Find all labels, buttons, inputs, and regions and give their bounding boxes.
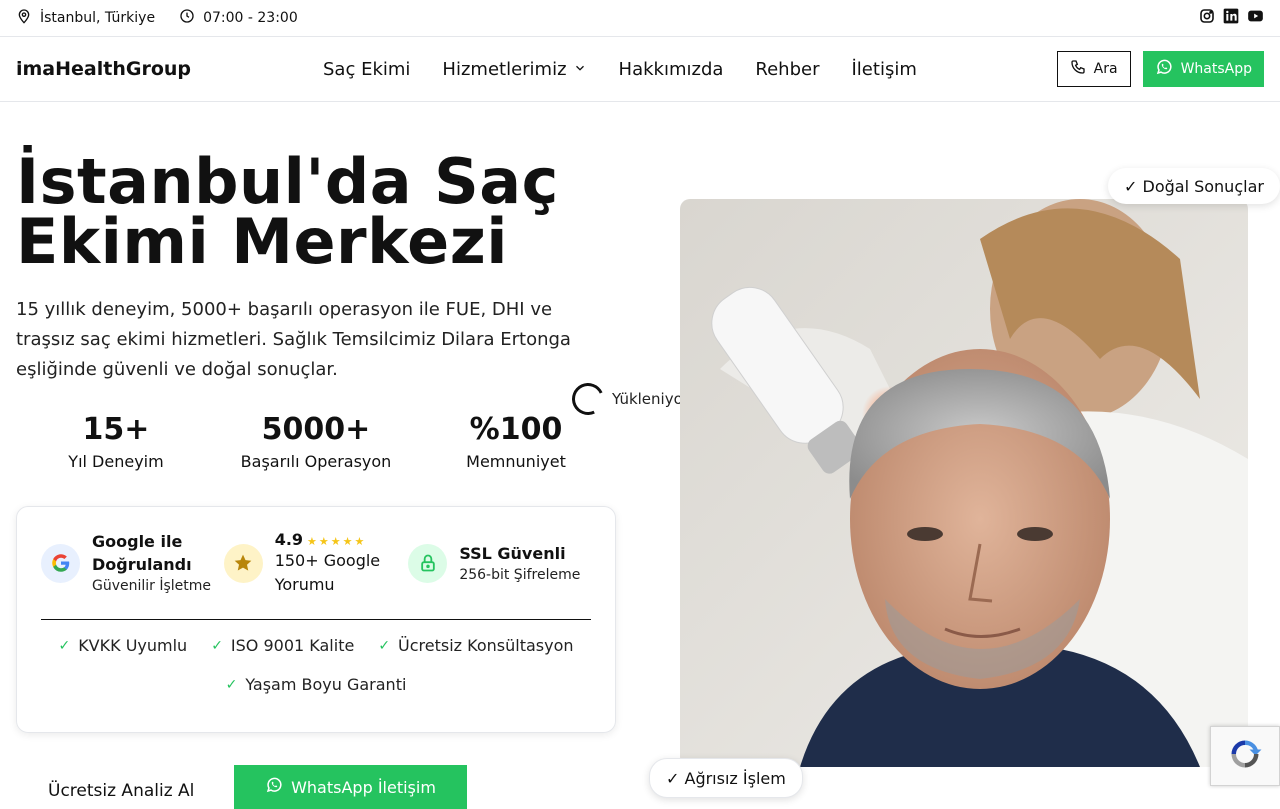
nav-label: Saç Ekimi <box>323 58 411 80</box>
top-bar: İstanbul, Türkiye 07:00 - 23:00 <box>0 0 1280 37</box>
spinner-icon <box>567 378 609 420</box>
nav-item-about[interactable]: Hakkımızda <box>619 59 724 80</box>
google-verified-title: Google ile Doğrulandı <box>92 532 192 574</box>
map-pin-icon <box>16 8 32 28</box>
nav-label: Rehber <box>755 58 820 80</box>
recaptcha-icon <box>1227 736 1263 776</box>
cta-row: Ücretsiz Analiz Al WhatsApp İletişim <box>48 765 467 809</box>
stats-row: 15+ Yıl Deneyim 5000+ Başarılı Operasyon… <box>16 412 616 471</box>
check-label: KVKK Uyumlu <box>78 636 188 655</box>
stat-value: %100 <box>469 412 563 447</box>
check-kvkk: ✓ KVKK Uyumlu <box>58 636 187 655</box>
nav-item-contact[interactable]: İletişim <box>852 59 917 80</box>
nav-item-hair-transplant[interactable]: Saç Ekimi <box>323 59 410 80</box>
google-verified-subtitle: Güvenilir İşletme <box>92 578 212 594</box>
check-guarantee: ✓ Yaşam Boyu Garanti <box>226 675 407 694</box>
nav-label: İletişim <box>851 58 917 80</box>
social-links <box>1199 8 1264 28</box>
natural-results-badge: ✓ Doğal Sonuçlar <box>1108 168 1280 204</box>
trust-badges: Google ile Doğrulandı Güvenilir İşletme … <box>41 507 591 620</box>
instagram-icon[interactable] <box>1199 8 1215 28</box>
clock-icon <box>179 8 195 28</box>
nav-item-guide[interactable]: Rehber <box>755 59 819 80</box>
ssl-secure: SSL Güvenli 256-bit Şifreleme <box>408 542 591 585</box>
check-icon: ✓ <box>58 637 71 654</box>
lock-icon <box>408 543 448 583</box>
hero-description: 15 yıllık deneyim, 5000+ başarılı operas… <box>16 299 571 380</box>
trust-card: Google ile Doğrulandı Güvenilir İşletme … <box>16 506 616 733</box>
trust-checks: ✓ KVKK Uyumlu ✓ ISO 9001 Kalite ✓ Ücretsiz … <box>41 620 591 694</box>
stat-value: 5000+ <box>261 412 371 447</box>
brand-logo[interactable]: imaHealthGroup <box>16 58 316 80</box>
nav-label: Hakkımızda <box>618 58 724 80</box>
stat-operations: 5000+ Başarılı Operasyon <box>216 412 416 471</box>
whatsapp-contact-label: WhatsApp İletişim <box>291 777 436 797</box>
header-actions: Ara WhatsApp <box>1056 51 1264 87</box>
star-icon <box>223 543 263 583</box>
check-label: Yaşam Boyu Garanti <box>245 675 407 694</box>
location-text: İstanbul, Türkiye <box>40 10 156 26</box>
nav-label: Hizmetlerimiz <box>442 58 567 80</box>
google-icon <box>41 543 80 583</box>
ssl-title: SSL Güvenli <box>459 543 566 563</box>
stat-satisfaction: %100 Memnuniyet <box>416 412 616 471</box>
check-label: ISO 9001 Kalite <box>230 636 355 655</box>
ssl-subtitle: 256-bit Şifreleme <box>459 566 581 583</box>
hero-title: İstanbul'da Saç Ekimi Merkezi <box>16 145 559 278</box>
call-label: Ara <box>1093 61 1118 77</box>
rating-stars: ★★★★★ <box>307 534 367 548</box>
main-nav: Saç Ekimi Hizmetlerimiz Hakkımızda Rehbe… <box>323 59 917 80</box>
google-verified: Google ile Doğrulandı Güvenilir İşletme <box>41 530 224 596</box>
stat-label: Başarılı Operasyon <box>240 452 392 471</box>
call-button[interactable]: Ara <box>1056 51 1131 87</box>
stat-label: Yıl Deneyim <box>68 452 164 471</box>
stat-value: 15+ <box>82 412 150 447</box>
check-iso: ✓ ISO 9001 Kalite <box>211 636 354 655</box>
chevron-down-icon <box>573 59 587 80</box>
whatsapp-contact-button[interactable]: WhatsApp İletişim <box>234 765 467 809</box>
hours-text: 07:00 - 23:00 <box>203 10 298 26</box>
rating-label: 150+ Google Yorumu <box>274 550 381 594</box>
free-analysis-link[interactable]: Ücretsiz Analiz Al <box>48 781 234 801</box>
whatsapp-header-button[interactable]: WhatsApp <box>1142 51 1264 87</box>
check-consultation: ✓ Ücretsiz Konsültasyon <box>378 636 573 655</box>
painless-badge: ✓ Ağrısız İşlem <box>649 758 803 798</box>
location-item: İstanbul, Türkiye <box>16 8 155 28</box>
check-label: Ücretsiz Konsültasyon <box>398 636 574 655</box>
stat-label: Memnuniyet <box>466 452 566 471</box>
whatsapp-icon <box>1155 58 1173 80</box>
rating-value: 4.9 <box>274 529 304 549</box>
recaptcha-badge[interactable] <box>1210 726 1280 786</box>
google-verified-text: Google ile Doğrulandı Güvenilir İşletme <box>92 530 224 596</box>
whatsapp-icon <box>265 776 283 798</box>
rating-text: 4.9 ★★★★★ 150+ Google Yorumu <box>275 530 409 597</box>
google-rating: 4.9 ★★★★★ 150+ Google Yorumu <box>223 530 409 597</box>
ssl-text: SSL Güvenli 256-bit Şifreleme <box>459 542 580 585</box>
check-icon: ✓ <box>378 637 391 654</box>
stat-experience: 15+ Yıl Deneyim <box>16 412 216 471</box>
youtube-icon[interactable] <box>1247 8 1264 28</box>
phone-icon <box>1070 59 1086 79</box>
linkedin-icon[interactable] <box>1223 8 1239 28</box>
hours-item: 07:00 - 23:00 <box>179 8 298 28</box>
main-navbar: imaHealthGroup Saç Ekimi Hizmetlerimiz H… <box>0 37 1280 102</box>
check-icon: ✓ <box>225 676 238 693</box>
whatsapp-label: WhatsApp <box>1180 61 1252 77</box>
hero-image <box>680 199 1248 767</box>
nav-item-services[interactable]: Hizmetlerimiz <box>442 59 586 80</box>
check-icon: ✓ <box>211 637 223 654</box>
